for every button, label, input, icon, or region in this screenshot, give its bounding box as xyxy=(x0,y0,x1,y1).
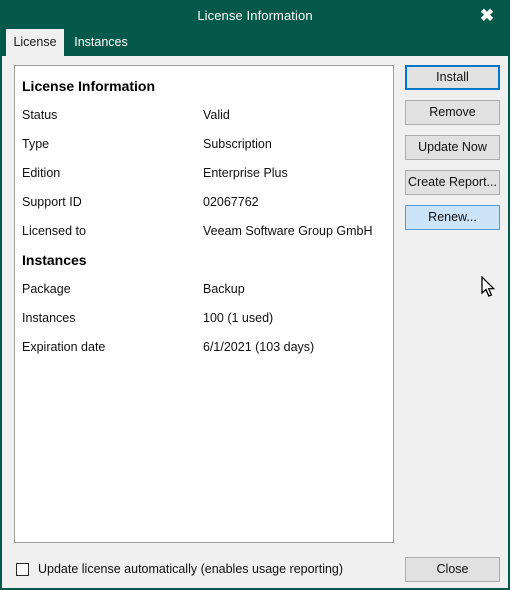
row-label-expiration-date: Expiration date xyxy=(22,340,106,354)
row-label-support-id: Support ID xyxy=(22,195,82,209)
dialog-body: License Information Status Valid Type Su… xyxy=(2,56,508,588)
checkbox-box-icon xyxy=(16,562,29,576)
license-information-dialog: License Information ✖ License Instances … xyxy=(0,0,510,590)
row-value-licensed-to: Veeam Software Group GmbH xyxy=(203,224,373,238)
row-value-instances: 100 (1 used) xyxy=(203,311,274,325)
tab-license[interactable]: License xyxy=(6,29,64,56)
update-now-button[interactable]: Update Now xyxy=(405,135,500,160)
tab-instances[interactable]: Instances xyxy=(64,29,138,56)
renew-button[interactable]: Renew... xyxy=(405,205,500,230)
license-details-panel: License Information Status Valid Type Su… xyxy=(14,65,394,543)
create-report-button[interactable]: Create Report... xyxy=(405,170,500,195)
close-button[interactable]: Close xyxy=(405,557,500,582)
section-heading-license-information: License Information xyxy=(22,78,156,94)
row-value-package: Backup xyxy=(203,282,245,296)
title-bar: License Information ✖ xyxy=(2,2,508,29)
row-label-type: Type xyxy=(22,137,50,151)
row-value-expiration-date: 6/1/2021 (103 days) xyxy=(203,340,315,354)
row-value-status: Valid xyxy=(203,108,230,122)
row-value-edition: Enterprise Plus xyxy=(203,166,288,180)
close-x-icon[interactable]: ✖ xyxy=(470,2,504,29)
checkbox-label: Update license automatically (enables us… xyxy=(38,562,344,576)
remove-button[interactable]: Remove xyxy=(405,100,500,125)
row-label-licensed-to: Licensed to xyxy=(22,224,86,238)
section-heading-instances: Instances xyxy=(22,252,87,268)
row-label-package: Package xyxy=(22,282,71,296)
row-label-edition: Edition xyxy=(22,166,61,180)
mouse-cursor-icon xyxy=(481,276,496,297)
update-license-automatically-checkbox[interactable]: Update license automatically (enables us… xyxy=(16,559,343,579)
row-label-instances: Instances xyxy=(22,311,76,325)
install-button[interactable]: Install xyxy=(405,65,500,90)
row-value-support-id: 02067762 xyxy=(203,195,259,209)
row-value-type: Subscription xyxy=(203,137,272,151)
tab-strip: License Instances xyxy=(2,29,508,56)
row-label-status: Status xyxy=(22,108,58,122)
window-title: License Information xyxy=(197,8,313,23)
